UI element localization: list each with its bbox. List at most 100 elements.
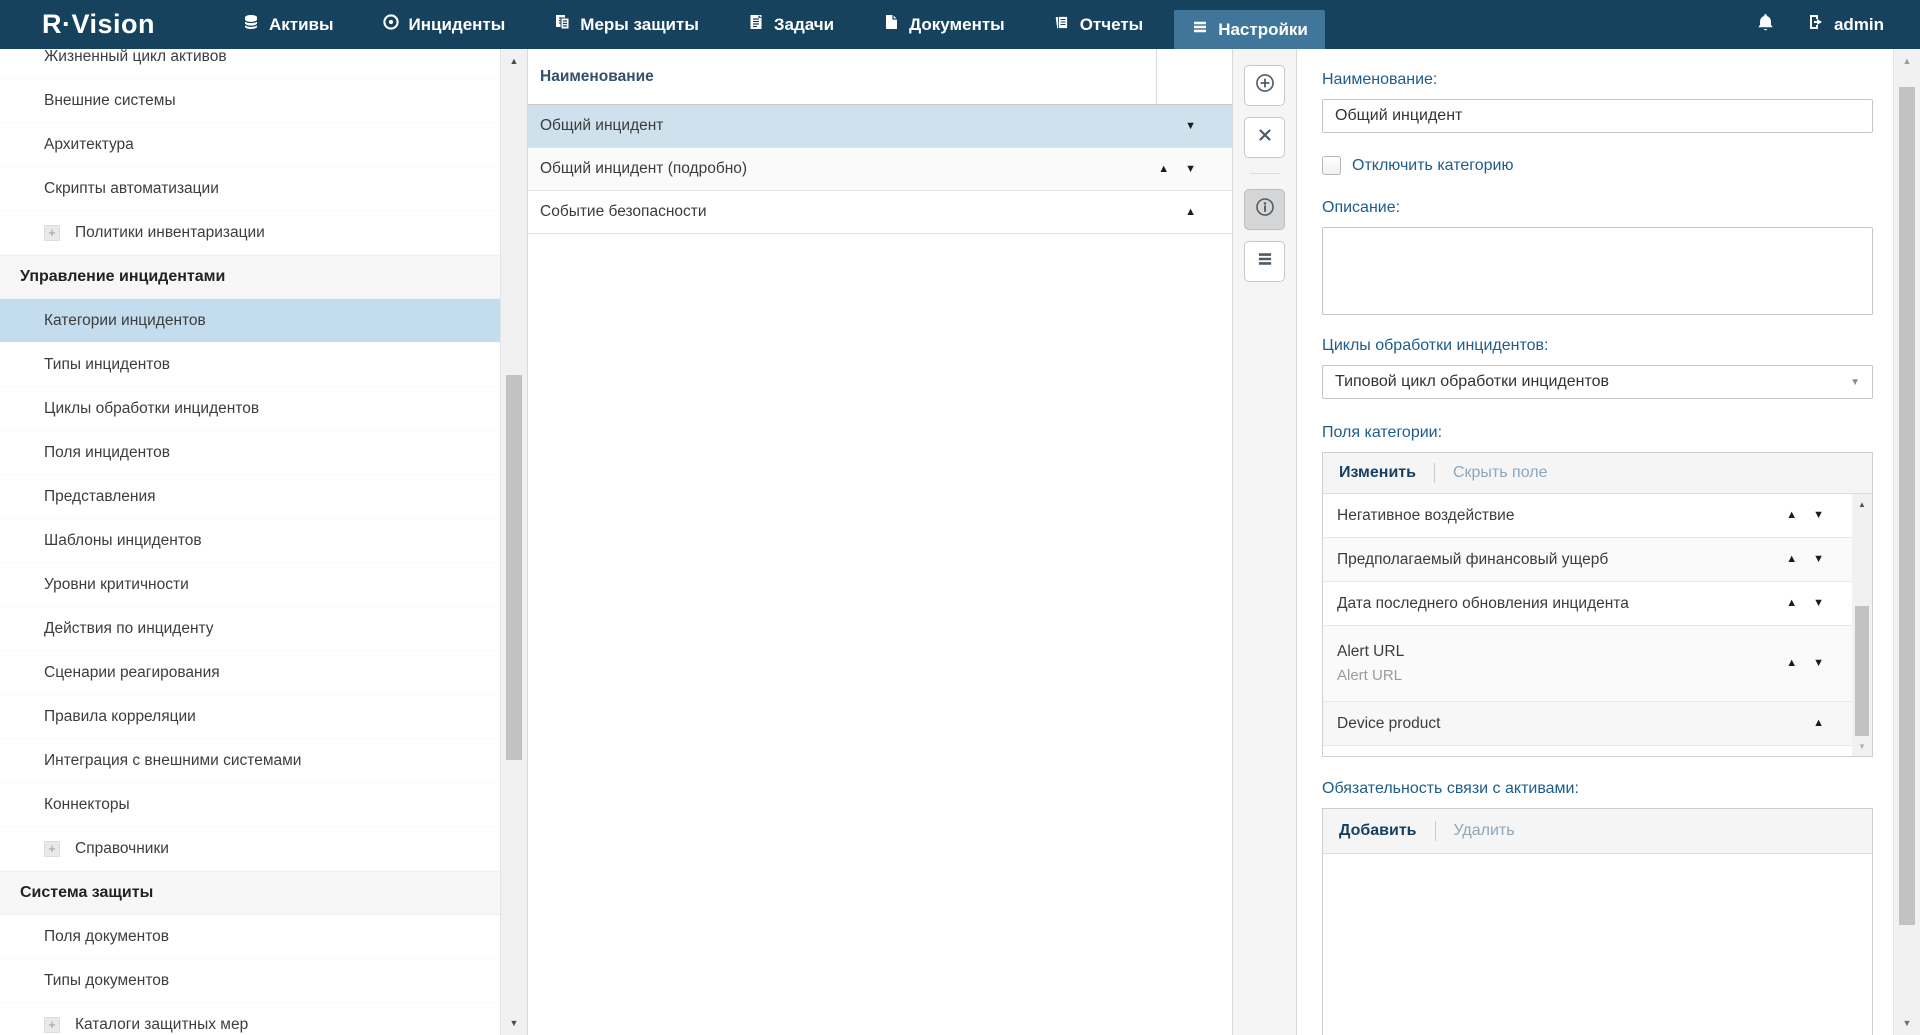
nav-item-settings[interactable]: Настройки [1174,10,1325,49]
field-row[interactable]: Предполагаемый финансовый ущерб [1323,538,1852,582]
nav-item-reports[interactable]: Отчеты [1036,0,1161,49]
move-up-icon[interactable] [1158,164,1169,175]
fields-scrollbar[interactable]: ▲ ▼ [1852,494,1872,756]
sidebar-scrollbar-thumb[interactable] [506,375,522,760]
sidebar-item-protection-catalogs[interactable]: + Каталоги защитных мер [0,1003,500,1035]
sidebar-item-external-integration[interactable]: Интеграция с внешними системами [0,739,500,783]
assets-database-icon [242,13,260,36]
scroll-down-icon[interactable]: ▼ [1894,1013,1920,1033]
table-row[interactable]: Событие безопасности [528,191,1232,234]
column-header-name[interactable]: Наименование [528,49,1156,104]
add-category-button[interactable] [1244,65,1285,106]
description-textarea[interactable] [1322,227,1873,315]
move-down-icon[interactable] [1185,121,1196,132]
cycles-label: Циклы обработки инцидентов: [1322,337,1873,355]
panel-scrollbar-thumb[interactable] [1899,87,1915,925]
sidebar-item-document-types[interactable]: Типы документов [0,959,500,1003]
expand-plus-icon[interactable]: + [44,841,60,857]
move-up-icon[interactable] [1786,510,1797,521]
nav-item-documents[interactable]: Документы [865,0,1022,49]
fields-scrollbar-thumb[interactable] [1855,606,1869,736]
cycles-select[interactable]: Типовой цикл обработки инцидентов ▼ [1322,365,1873,399]
name-label: Наименование: [1322,71,1873,89]
description-label: Описание: [1322,199,1873,217]
expand-plus-icon[interactable]: + [44,1017,60,1033]
app-window: R·Vision Активы Инциденты Меры защиты [0,0,1920,1035]
field-row[interactable]: Негативное воздействие [1323,494,1852,538]
sidebar-item-views[interactable]: Представления [0,475,500,519]
move-down-icon[interactable] [1813,658,1824,669]
scroll-down-icon[interactable]: ▼ [501,1013,527,1033]
add-circle-icon [1254,72,1276,99]
nav-item-protection[interactable]: Меры защиты [536,0,716,49]
move-up-icon[interactable] [1786,658,1797,669]
move-down-icon[interactable] [1185,164,1196,175]
nav-item-tasks[interactable]: Задачи [730,0,851,49]
delete-category-button[interactable] [1244,117,1285,158]
user-menu[interactable]: admin [1806,12,1884,37]
move-up-icon[interactable] [1813,718,1824,729]
fields-list-wrap: Негативное воздействие Предполагаемый фи… [1323,494,1872,756]
sidebar-item-correlation-rules[interactable]: Правила корреляции [0,695,500,739]
scroll-down-icon[interactable]: ▼ [1852,738,1872,754]
sidebar-item-incident-fields[interactable]: Поля инцидентов [0,431,500,475]
sidebar-item-incident-cycles[interactable]: Циклы обработки инцидентов [0,387,500,431]
nav-item-assets[interactable]: Активы [225,0,351,49]
sidebar-item-automation-scripts[interactable]: Скрипты автоматизации [0,167,500,211]
username: admin [1834,15,1884,35]
sidebar-item-response-scenarios[interactable]: Сценарии реагирования [0,651,500,695]
sidebar-item-inventory-policies[interactable]: + Политики инвентаризации [0,211,500,255]
categories-table-panel: Наименование Общий инцидент Общий инциде… [527,49,1233,1035]
edit-field-button[interactable]: Изменить [1339,464,1416,482]
field-row[interactable]: Device product [1323,702,1852,746]
field-row[interactable]: Дата последнего обновления инцидента [1323,582,1852,626]
disable-category-control[interactable]: Отключить категорию [1322,156,1873,175]
top-navbar: R·Vision Активы Инциденты Меры защиты [0,0,1920,49]
sidebar-item-directories[interactable]: + Справочники [0,827,500,871]
main-area: Жизненный цикл активов Внешние системы А… [0,49,1920,1035]
sidebar-item-incident-actions[interactable]: Действия по инциденту [0,607,500,651]
move-down-icon[interactable] [1813,510,1824,521]
scroll-up-icon[interactable]: ▲ [501,51,527,71]
notifications-button[interactable] [1755,12,1776,38]
move-up-icon[interactable] [1786,598,1797,609]
expand-plus-icon[interactable]: + [44,225,60,241]
panel-scrollbar[interactable]: ▲ ▼ [1893,49,1920,1035]
table-row[interactable]: Общий инцидент [528,105,1232,148]
sidebar-item-asset-lifecycle[interactable]: Жизненный цикл активов [0,49,500,79]
field-row[interactable]: Alert URL Alert URL [1323,626,1852,702]
move-up-icon[interactable] [1786,554,1797,565]
sidebar-item-criticality-levels[interactable]: Уровни критичности [0,563,500,607]
sidebar-item-connectors[interactable]: Коннекторы [0,783,500,827]
sidebar-item-incident-categories[interactable]: Категории инцидентов [0,299,500,343]
add-asset-link-button[interactable]: Добавить [1339,822,1417,840]
scroll-up-icon[interactable]: ▲ [1894,51,1920,71]
sidebar-item-external-systems[interactable]: Внешние системы [0,79,500,123]
move-down-icon[interactable] [1813,598,1824,609]
nav-item-incidents[interactable]: Инциденты [365,0,523,49]
move-down-icon[interactable] [1813,554,1824,565]
properties-menu-icon [1255,249,1275,274]
sidebar-item-incident-types[interactable]: Типы инцидентов [0,343,500,387]
move-up-icon[interactable] [1185,207,1196,218]
remove-asset-link-button[interactable]: Удалить [1454,822,1515,840]
bell-icon [1755,12,1776,38]
sidebar-item-architecture[interactable]: Архитектура [0,123,500,167]
sidebar-scrollbar[interactable]: ▲ ▼ [500,49,527,1035]
reports-stack-icon [1053,13,1071,36]
assets-link-list[interactable] [1323,854,1872,1035]
logout-icon [1806,12,1826,37]
name-input[interactable]: Общий инцидент [1322,99,1873,133]
info-circle-icon [1254,196,1276,223]
hide-field-button[interactable]: Скрыть поле [1453,464,1548,482]
tasks-clipboard-icon [747,13,765,36]
assets-link-box: Добавить Удалить [1322,808,1873,1035]
scroll-up-icon[interactable]: ▲ [1852,496,1872,512]
disable-category-checkbox[interactable] [1322,156,1341,175]
category-properties-button[interactable] [1244,241,1285,282]
table-row[interactable]: Общий инцидент (подробно) [528,148,1232,191]
category-info-button[interactable] [1244,189,1285,230]
sidebar-item-incident-templates[interactable]: Шаблоны инцидентов [0,519,500,563]
settings-menu-icon [1191,18,1209,41]
sidebar-item-document-fields[interactable]: Поля документов [0,915,500,959]
